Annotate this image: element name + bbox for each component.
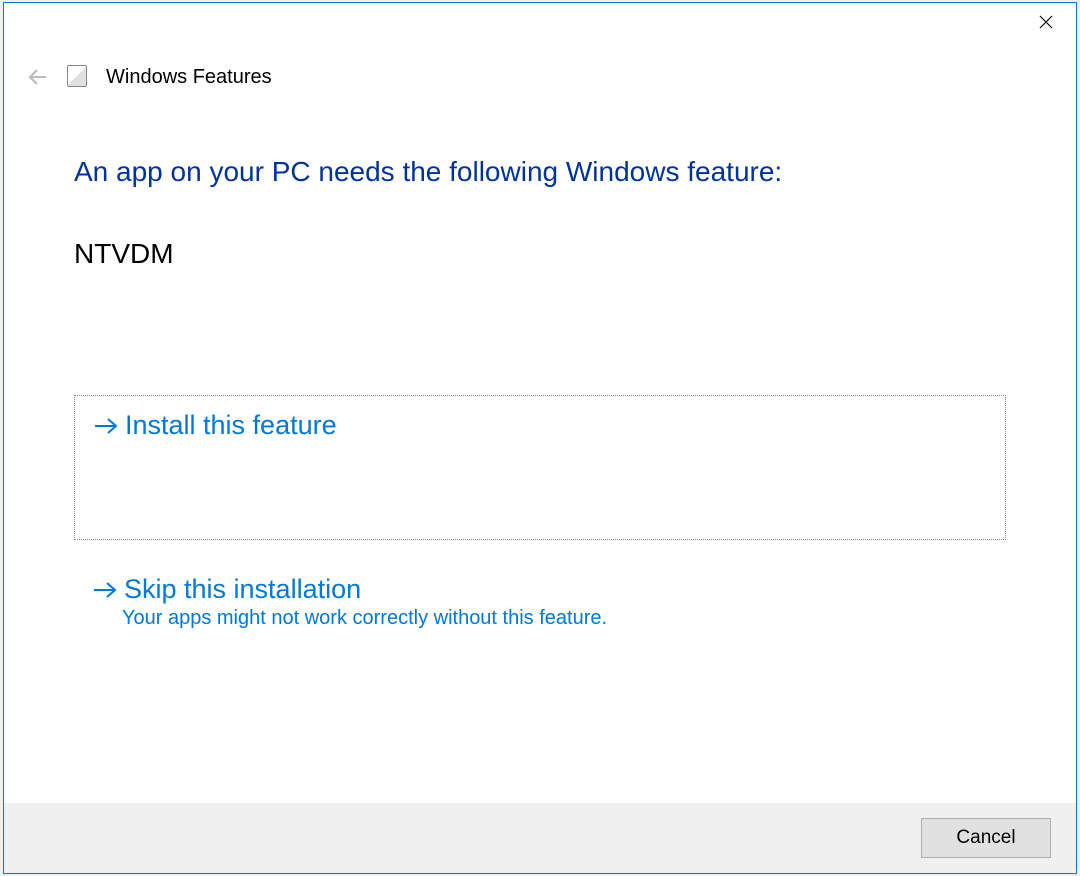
close-icon xyxy=(1039,13,1053,34)
close-button[interactable] xyxy=(1016,3,1076,43)
arrow-right-icon xyxy=(92,580,120,600)
skip-option[interactable]: Skip this installation Your apps might n… xyxy=(74,560,1006,644)
install-option[interactable]: Install this feature xyxy=(74,395,1006,540)
footer-bar: Cancel xyxy=(4,803,1076,873)
title-bar xyxy=(4,3,1076,48)
install-option-title: Install this feature xyxy=(125,410,337,441)
feature-name: NTVDM xyxy=(74,238,1006,270)
skip-option-subtitle: Your apps might not work correctly witho… xyxy=(122,607,988,630)
dialog-window: Windows Features An app on your PC needs… xyxy=(3,2,1077,874)
back-button xyxy=(24,63,52,91)
option-title-row: Install this feature xyxy=(93,410,987,441)
app-icon xyxy=(67,65,91,89)
cancel-button[interactable]: Cancel xyxy=(921,818,1051,858)
arrow-right-icon xyxy=(93,416,121,436)
app-title: Windows Features xyxy=(106,66,272,89)
headline: An app on your PC needs the following Wi… xyxy=(74,156,1006,188)
skip-option-title: Skip this installation xyxy=(124,574,361,605)
content-area: An app on your PC needs the following Wi… xyxy=(4,106,1076,803)
option-title-row: Skip this installation xyxy=(92,574,988,605)
header-row: Windows Features xyxy=(4,48,1076,106)
